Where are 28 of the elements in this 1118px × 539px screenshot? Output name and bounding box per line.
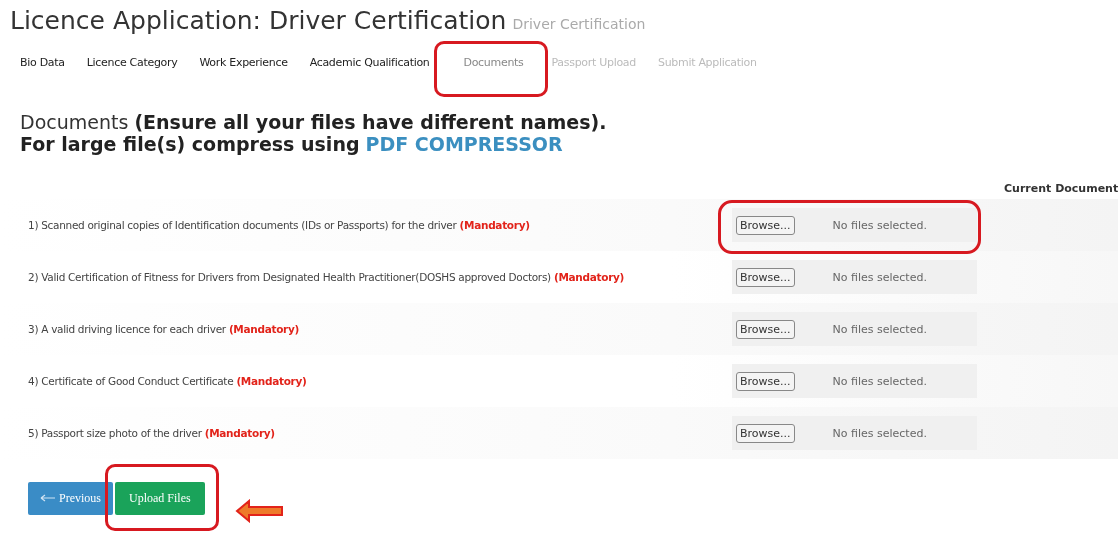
file-input[interactable]: Browse... No files selected.	[732, 260, 977, 294]
document-label: 2) Valid Certification of Fitness for Drivers from Designated Health Practitioner(DOSHS approved Doctors) (Mandatory)	[27, 271, 626, 283]
compress-hint: For large file(s) compress using	[20, 133, 360, 155]
page-subtitle: Driver Certification	[512, 16, 646, 32]
back-arrow-icon	[40, 494, 56, 502]
tab[interactable]: Licence Category	[86, 52, 178, 73]
document-label: 5) Passport size photo of the driver (Mandatory)	[27, 427, 276, 439]
previous-button[interactable]: Previous	[28, 481, 113, 515]
tab[interactable]: Academic Qualification	[309, 52, 430, 73]
browse-button[interactable]: Browse...	[736, 371, 795, 391]
tab[interactable]: Work Experience	[199, 52, 288, 73]
browse-button[interactable]: Browse...	[736, 215, 795, 235]
pdf-compressor-link[interactable]: PDF COMPRESSOR	[365, 133, 563, 155]
tab[interactable]: Bio Data	[20, 52, 65, 73]
document-label: 1) Scanned original copies of Identification documents (IDs or Passports) for the driver (Mandatory)	[27, 219, 531, 231]
column-header: Current Document	[1004, 181, 1118, 195]
file-input[interactable]: Browse... No files selected.	[732, 416, 977, 450]
document-label: 4) Certificate of Good Conduct Certificate (Mandatory)	[27, 375, 308, 387]
browse-button[interactable]: Browse...	[736, 267, 795, 287]
document-label: 3) A valid driving licence for each driver (Mandatory)	[27, 323, 301, 335]
section-heading: Documents (Ensure all your files have different names).	[20, 111, 608, 133]
tab[interactable]: Documents	[457, 52, 530, 73]
page-title: Licence Application: Driver Certification	[10, 6, 507, 35]
file-input[interactable]: Browse... No files selected.	[732, 312, 977, 346]
browse-button[interactable]: Browse...	[736, 319, 795, 339]
file-input[interactable]: Browse... No files selected.	[732, 364, 977, 398]
file-input[interactable]: Browse... No files selected.	[732, 208, 977, 242]
browse-button[interactable]: Browse...	[736, 423, 795, 443]
